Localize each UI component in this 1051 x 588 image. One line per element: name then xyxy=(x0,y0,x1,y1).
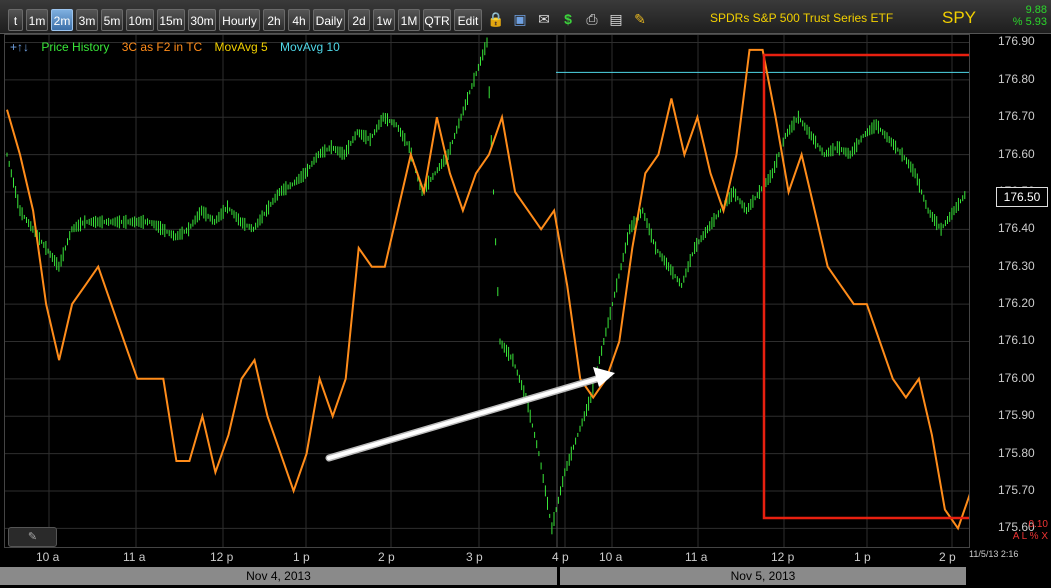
interval-button-15m[interactable]: 15m xyxy=(157,9,185,31)
legend-3c-indicator[interactable]: 3C as F2 in TC xyxy=(122,40,202,54)
legend-movavg-5[interactable]: MovAvg 5 xyxy=(215,40,268,54)
date-segment-nov5: Nov 5, 2013 xyxy=(560,567,966,585)
divergence-arrow xyxy=(325,367,615,462)
y-tick-label: 175.80 xyxy=(998,445,1035,460)
x-tick-label: 4 p xyxy=(552,550,569,564)
interval-button-4h[interactable]: 4h xyxy=(288,9,310,31)
x-tick-label: 2 p xyxy=(378,550,395,564)
legend-movavg-10[interactable]: MovAvg 10 xyxy=(280,40,340,54)
legend-price-history[interactable]: Price History xyxy=(41,40,109,54)
change-value: 9.88 xyxy=(1025,4,1047,16)
y-tick-label: 176.60 xyxy=(998,146,1035,161)
y-tick-label: 176.00 xyxy=(998,370,1035,385)
timestamp: 11/5/13 2:16 xyxy=(969,549,1019,559)
y-tick-label: 176.10 xyxy=(998,333,1035,348)
y-tick-label: 175.70 xyxy=(998,482,1035,497)
scale-value: 0.10 xyxy=(1028,519,1048,530)
interval-button-daily[interactable]: Daily xyxy=(313,9,345,31)
y-tick-label: 176.40 xyxy=(998,221,1035,236)
ticker-symbol: SPY xyxy=(942,8,977,27)
x-tick-label: 1 p xyxy=(293,550,310,564)
price-axis: 176.90 176.80 176.70 176.60 176.50 176.40 176.… xyxy=(972,34,1051,548)
current-price-label: 176.50 xyxy=(996,187,1048,207)
interval-button-hourly[interactable]: Hourly xyxy=(219,9,260,31)
x-tick-label: 10 a xyxy=(599,550,623,564)
change-percent: % 5.93 xyxy=(1012,16,1047,28)
print-icon[interactable]: ⎙ xyxy=(582,9,602,29)
interval-button-1m[interactable]: 1m xyxy=(26,9,48,31)
interval-button-1w[interactable]: 1w xyxy=(373,9,395,31)
x-tick-label: 12 p xyxy=(771,550,795,564)
dollar-icon[interactable]: $ xyxy=(558,9,578,29)
interval-button-3m[interactable]: 3m xyxy=(76,9,98,31)
x-tick-label: 1 p xyxy=(854,550,871,564)
x-tick-label: 11 a xyxy=(685,550,708,564)
time-axis: 10 a 11 a 12 p 1 p 2 p 3 p 4 p 10 a 11 a 12 p 1 p 2… xyxy=(0,548,1051,566)
save-icon[interactable]: ▣ xyxy=(510,9,530,29)
scale-controls: 0.10 A L % X xyxy=(1000,519,1048,543)
security-title: SPDRs S&P 500 Trust Series ETF xyxy=(710,11,894,25)
interval-button-2d[interactable]: 2d xyxy=(348,9,370,31)
chart-area[interactable] xyxy=(4,34,970,548)
lock-icon[interactable]: 🔒 xyxy=(486,9,506,29)
message-icon[interactable]: ▤ xyxy=(606,9,626,29)
interval-button-edit[interactable]: Edit xyxy=(454,9,482,31)
x-tick-label: 11 a xyxy=(123,550,146,564)
chart-resize-grip[interactable]: ✎ xyxy=(8,527,57,547)
x-tick-label: 2 p xyxy=(939,550,956,564)
price-history-bars xyxy=(6,37,966,535)
y-tick-label: 176.30 xyxy=(998,258,1035,273)
y-tick-label: 176.80 xyxy=(998,71,1035,86)
y-tick-label: 176.20 xyxy=(998,296,1035,311)
x-tick-label: 3 p xyxy=(466,550,483,564)
pencil-icon[interactable]: ✎ xyxy=(630,9,650,29)
x-tick-label: 10 a xyxy=(36,550,60,564)
y-tick-label: 176.90 xyxy=(998,34,1035,49)
interval-button-5m[interactable]: 5m xyxy=(101,9,123,31)
mail-icon[interactable]: ✉ xyxy=(534,9,554,29)
date-segment-nov4: Nov 4, 2013 xyxy=(0,567,557,585)
interval-button-10m[interactable]: 10m xyxy=(126,9,154,31)
chart-legend: +↑↓ Price History 3C as F2 in TC MovAvg … xyxy=(10,40,349,54)
interval-button-30m[interactable]: 30m xyxy=(188,9,216,31)
scale-mode-buttons[interactable]: A L % X xyxy=(1000,531,1048,543)
arrow-shaft-highlight xyxy=(327,376,602,460)
price-chart xyxy=(5,35,969,547)
interval-button-t[interactable]: t xyxy=(8,9,23,31)
legend-arrows-icon[interactable]: +↑↓ xyxy=(10,40,29,54)
price-change: 9.88 % 5.93 xyxy=(1013,4,1047,28)
y-tick-label: 176.70 xyxy=(998,109,1035,124)
interval-button-1m[interactable]: 1M xyxy=(398,9,420,31)
x-tick-label: 12 p xyxy=(210,550,234,564)
date-bar: Nov 4, 2013 Nov 5, 2013 xyxy=(0,566,1051,588)
y-tick-label: 175.90 xyxy=(998,408,1035,423)
interval-button-qtr[interactable]: QTR xyxy=(423,9,451,31)
toolbar: t 1m 2m 3m 5m 10m 15m 30m Hourly 2h 4h Daily 2d 1w 1M Q… xyxy=(0,0,1051,34)
indicator-3c-line xyxy=(6,48,969,531)
interval-button-2m[interactable]: 2m xyxy=(51,9,73,31)
interval-button-2h[interactable]: 2h xyxy=(263,9,285,31)
